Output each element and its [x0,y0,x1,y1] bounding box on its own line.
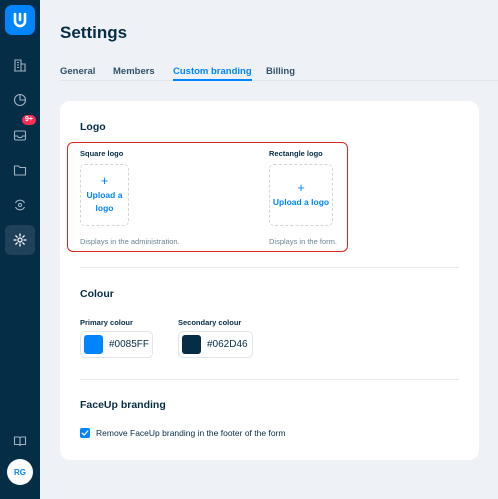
plus-icon: + [100,173,109,188]
tab-members[interactable]: Members [113,66,155,81]
app-logo[interactable] [5,5,35,35]
nav-inbox[interactable]: 9+ [5,115,36,150]
plus-icon: + [297,179,305,195]
sync-icon [15,199,25,211]
colour-section-title: Colour [80,288,114,300]
secondary-colour-picker[interactable]: #062D46 [178,331,253,358]
remove-branding-row[interactable]: Remove FaceUp branding in the footer of … [80,428,285,438]
square-logo-upload[interactable]: + Upload a logo [80,164,129,226]
gear-icon [13,233,27,247]
nav-integrations[interactable] [5,190,35,220]
nav-help[interactable] [5,426,35,456]
primary-colour-picker[interactable]: #0085FF [80,331,153,358]
nav-files[interactable] [5,155,35,185]
book-icon [13,436,27,447]
remove-branding-checkbox[interactable] [80,428,90,438]
nav-organization[interactable] [5,50,35,80]
nav-settings[interactable] [5,225,35,255]
settings-tabs: General Members Custom branding Billing [60,66,498,81]
building-icon [14,59,26,72]
primary-colour-label: Primary colour [80,318,133,327]
rectangle-logo-upload[interactable]: + Upload a logo [269,164,333,226]
user-avatar[interactable]: RG [7,459,33,485]
remove-branding-label: Remove FaceUp branding in the footer of … [96,428,286,438]
square-logo-label: Square logo [80,149,124,158]
primary-colour-swatch [84,335,103,354]
brand-logo-icon [13,12,27,28]
tab-billing[interactable]: Billing [266,66,295,81]
notification-badge: 9+ [22,115,36,125]
tab-custom-branding[interactable]: Custom branding [173,66,252,81]
secondary-colour-swatch [182,335,201,354]
inbox-icon [13,130,27,141]
primary-colour-value: #0085FF [109,339,150,350]
page-title: Settings [60,23,128,42]
divider [80,379,459,380]
sidebar: 9+ RG [0,0,40,499]
branding-card: Logo Square logo + Upload a logo Display… [60,101,479,460]
tab-general[interactable]: General [60,66,95,81]
folder-icon [13,165,27,176]
faceup-branding-title: FaceUp branding [80,399,166,411]
divider [80,267,459,268]
upload-label: Upload a logo [272,196,330,207]
secondary-colour-value: #062D46 [207,339,248,350]
rectangle-logo-hint: Displays in the form. [269,237,337,246]
upload-label: Upload a logo [86,190,123,213]
square-logo-hint: Displays in the administration. [80,237,180,246]
nav-reports[interactable] [5,85,35,115]
secondary-colour-label: Secondary colour [178,318,242,327]
checkmark-icon [81,430,89,436]
logo-section-title: Logo [80,121,106,133]
rectangle-logo-label: Rectangle logo [269,149,323,158]
chart-icon [13,93,27,107]
